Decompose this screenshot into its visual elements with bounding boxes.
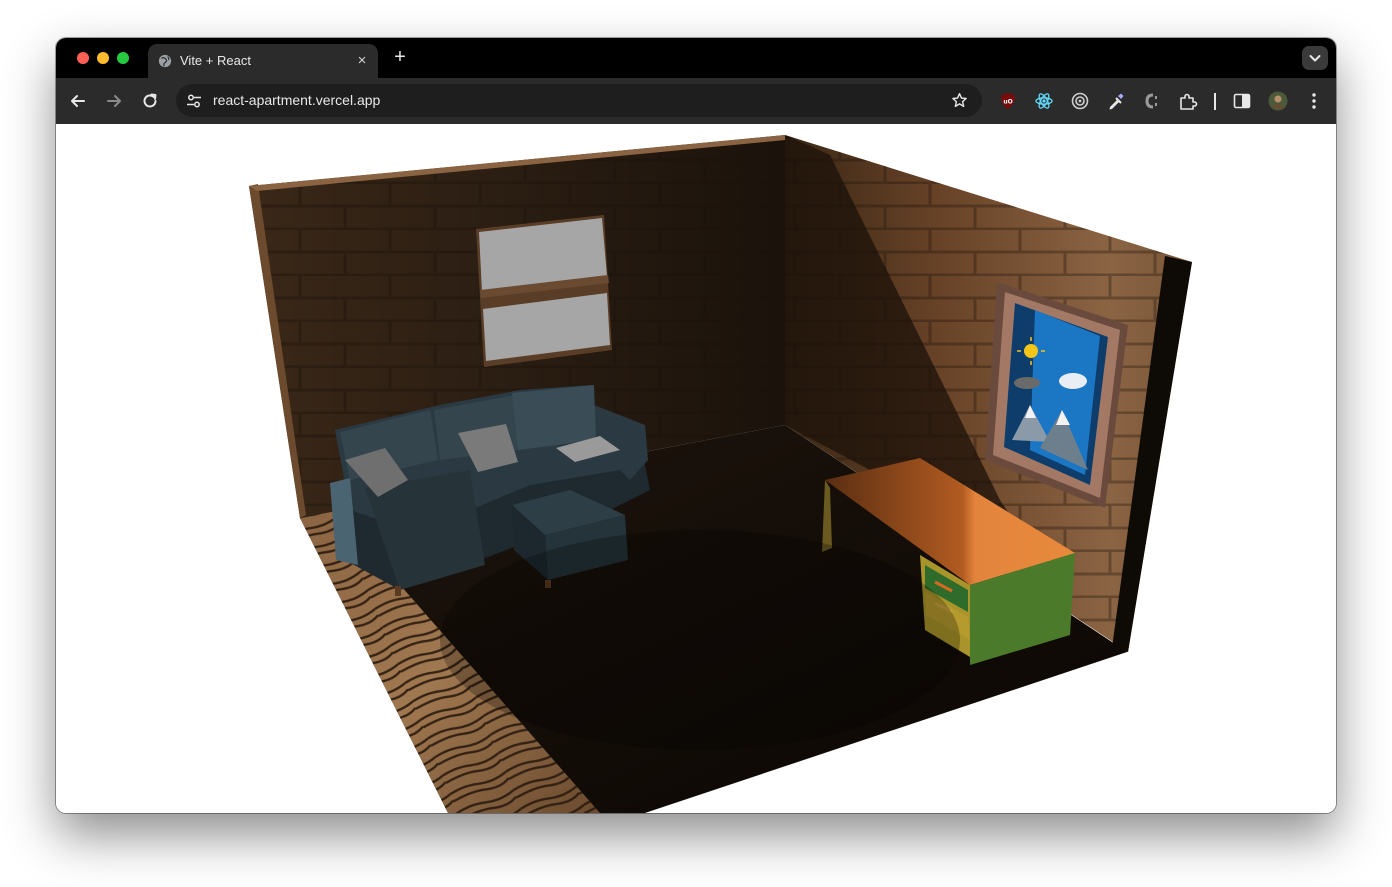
url-text: react-apartment.vercel.app bbox=[213, 92, 381, 108]
target-icon[interactable] bbox=[1070, 91, 1090, 111]
profile-avatar[interactable] bbox=[1268, 91, 1288, 111]
svg-text:uO: uO bbox=[1003, 99, 1012, 106]
toolbar-divider bbox=[1214, 93, 1216, 110]
forward-arrow-icon[interactable] bbox=[103, 90, 125, 112]
maximize-window-button[interactable] bbox=[117, 52, 129, 64]
globe-icon bbox=[158, 54, 172, 68]
minimize-window-button[interactable] bbox=[97, 52, 109, 64]
tab-close-button[interactable]: × bbox=[354, 53, 370, 69]
tab-title: Vite + React bbox=[180, 53, 251, 68]
eyedropper-icon[interactable] bbox=[1106, 91, 1126, 111]
browser-window: Vite + React × + react-apartment.vercel.… bbox=[56, 38, 1336, 813]
css-icon[interactable] bbox=[1142, 91, 1162, 111]
more-menu-icon[interactable] bbox=[1304, 91, 1324, 111]
chevron-down-icon bbox=[1309, 55, 1321, 62]
window bbox=[476, 215, 612, 367]
tab-search-button[interactable] bbox=[1302, 46, 1328, 70]
tab-active[interactable]: Vite + React × bbox=[148, 44, 378, 78]
site-settings-icon[interactable] bbox=[186, 93, 202, 109]
puzzle-icon[interactable] bbox=[1178, 91, 1198, 111]
reload-icon[interactable] bbox=[139, 90, 161, 112]
address-bar[interactable]: react-apartment.vercel.app bbox=[176, 84, 982, 117]
close-window-button[interactable] bbox=[77, 52, 89, 64]
page-viewport bbox=[56, 124, 1336, 813]
back-arrow-icon[interactable] bbox=[67, 90, 89, 112]
side-panel-icon[interactable] bbox=[1232, 91, 1252, 111]
browser-toolbar: react-apartment.vercel.app uO bbox=[56, 78, 1336, 124]
ublock-origin-icon[interactable]: uO bbox=[998, 91, 1018, 111]
tab-strip: Vite + React × + bbox=[56, 38, 1336, 78]
react-devtools-icon[interactable] bbox=[1034, 91, 1054, 111]
new-tab-button[interactable]: + bbox=[390, 47, 410, 67]
3d-room-canvas[interactable] bbox=[56, 124, 1336, 813]
bookmark-star-icon[interactable] bbox=[951, 92, 968, 109]
